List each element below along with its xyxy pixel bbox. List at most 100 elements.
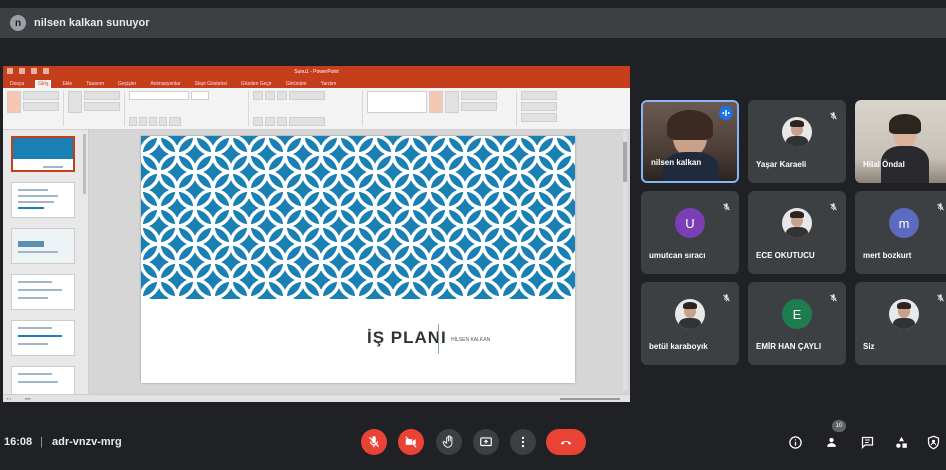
italic-button[interactable] <box>139 117 147 126</box>
participant-tile[interactable]: Uumutcan sıracı <box>641 191 739 274</box>
participant-tile[interactable]: E EMİR HAN ÇAYLI <box>748 282 846 365</box>
mic-off-icon <box>722 199 731 211</box>
ppt-titlebar: Sunu1 - PowerPoint <box>3 66 630 78</box>
presenter-avatar: n <box>10 15 26 31</box>
host-controls-icon <box>927 435 939 449</box>
canvas-scrollbar[interactable] <box>623 132 627 390</box>
copy-button[interactable] <box>23 102 59 111</box>
ribbon-tab[interactable]: Dosya <box>7 80 27 88</box>
font-size-select[interactable] <box>191 91 209 100</box>
slide-thumbnail-3[interactable] <box>11 228 75 264</box>
quick-styles-button[interactable] <box>445 91 459 113</box>
redo-icon[interactable] <box>31 68 37 74</box>
slide-author[interactable]: HİLSEN KALKAN <box>451 337 490 343</box>
zoom-slider[interactable] <box>560 397 620 400</box>
chat-button[interactable] <box>858 433 876 451</box>
ribbon-tab[interactable]: Yardım <box>318 80 340 88</box>
host-controls-button[interactable] <box>924 433 942 451</box>
bold-button[interactable] <box>129 117 137 126</box>
align-center-button[interactable] <box>265 117 275 126</box>
present-now-button[interactable] <box>473 429 499 455</box>
slide-thumbnail-1[interactable] <box>11 136 75 172</box>
participant-video <box>855 100 946 183</box>
activities-button[interactable] <box>892 433 910 451</box>
undo-icon[interactable] <box>19 68 25 74</box>
ribbon-group-slides <box>68 91 125 126</box>
shapes-gallery[interactable] <box>367 91 427 113</box>
more-options-button[interactable] <box>510 429 536 455</box>
participant-tile[interactable]: m mert bozkurt <box>855 191 946 274</box>
participant-tile[interactable]: nilsen kalkan <box>641 100 739 183</box>
quick-access-toolbar <box>7 68 49 74</box>
slide-canvas: İŞ PLANI HİLSEN KALKAN <box>89 130 630 395</box>
numbering-button[interactable] <box>265 91 275 100</box>
underline-button[interactable] <box>149 117 157 126</box>
participant-name: umutcan sıracı <box>649 251 706 260</box>
participant-name: Hilal Öndal <box>863 160 905 169</box>
participant-avatar <box>889 299 919 329</box>
arrange-button[interactable] <box>429 91 443 113</box>
camera-off-icon <box>405 436 417 448</box>
participant-name: Siz <box>863 342 875 351</box>
bullets-button[interactable] <box>253 91 263 100</box>
paste-button[interactable] <box>7 91 21 113</box>
shape-outline-button[interactable] <box>461 102 497 111</box>
people-button[interactable] <box>822 433 840 451</box>
meeting-details-button[interactable] <box>786 433 804 451</box>
ribbon-group-drawing <box>367 91 517 126</box>
cut-button[interactable] <box>23 91 59 100</box>
ribbon-tab[interactable]: Ekle <box>59 80 75 88</box>
ribbon-tab[interactable]: Gözden Geçir <box>238 80 275 88</box>
slide-title[interactable]: İŞ PLANI <box>367 328 447 348</box>
thumbnail-scrollbar[interactable] <box>83 134 86 194</box>
slide-thumbnail-4[interactable] <box>11 274 75 310</box>
mic-off-icon <box>936 199 945 211</box>
smartart-button[interactable] <box>289 117 325 126</box>
replace-button[interactable] <box>521 102 557 111</box>
ribbon-group-font <box>129 91 249 126</box>
ribbon-tab[interactable]: Geçişler <box>115 80 139 88</box>
ribbon-tab[interactable]: Giriş <box>35 80 52 88</box>
more-vert-icon <box>521 436 525 448</box>
ppt-status-bar: ▪ ▪ ▪▪▪▪ <box>3 394 630 402</box>
strike-button[interactable] <box>159 117 167 126</box>
present-from-start-icon[interactable] <box>43 68 49 74</box>
participant-tile[interactable]: Yaşar Karaeli <box>748 100 846 183</box>
text-direction-button[interactable] <box>289 91 325 100</box>
leave-call-button[interactable] <box>546 429 586 455</box>
status-slide-indicator: ▪ ▪ <box>7 396 11 401</box>
align-right-button[interactable] <box>277 117 287 126</box>
raise-hand-button[interactable] <box>436 429 462 455</box>
slide-pattern <box>141 136 575 299</box>
ribbon-tab[interactable]: Görünüm <box>283 80 310 88</box>
ribbon-tab[interactable]: Tasarım <box>83 80 107 88</box>
font-color-button[interactable] <box>169 117 181 126</box>
slide-thumbnail-2[interactable] <box>11 182 75 218</box>
save-icon[interactable] <box>7 68 13 74</box>
find-button[interactable] <box>521 91 557 100</box>
participant-tile[interactable]: Hilal Öndal <box>855 100 946 183</box>
participant-avatar <box>782 208 812 238</box>
align-left-button[interactable] <box>253 117 263 126</box>
select-button[interactable] <box>521 113 557 122</box>
participant-tile[interactable]: Siz <box>855 282 946 365</box>
ribbon-tab[interactable]: Animasyonlar <box>147 80 183 88</box>
people-count-badge: 10 <box>832 420 846 432</box>
participant-avatar <box>782 117 812 147</box>
slide-thumbnail-5[interactable] <box>11 320 75 356</box>
participant-tile[interactable]: betül karaboyık <box>641 282 739 365</box>
layout-button[interactable] <box>84 91 120 100</box>
current-slide[interactable]: İŞ PLANI HİLSEN KALKAN <box>141 136 575 383</box>
ribbon-tab[interactable]: Slayt Gösterisi <box>192 80 230 88</box>
participant-tile[interactable]: ECE OKUTUCU <box>748 191 846 274</box>
participant-name: Yaşar Karaeli <box>756 160 807 169</box>
indent-button[interactable] <box>277 91 287 100</box>
font-name-select[interactable] <box>129 91 189 100</box>
reset-button[interactable] <box>84 102 120 111</box>
camera-toggle-button[interactable] <box>398 429 424 455</box>
new-slide-button[interactable] <box>68 91 82 113</box>
shape-fill-button[interactable] <box>461 91 497 100</box>
mic-toggle-button[interactable] <box>361 429 387 455</box>
speaking-indicator-icon <box>719 106 733 120</box>
participant-name: betül karaboyık <box>649 342 708 351</box>
